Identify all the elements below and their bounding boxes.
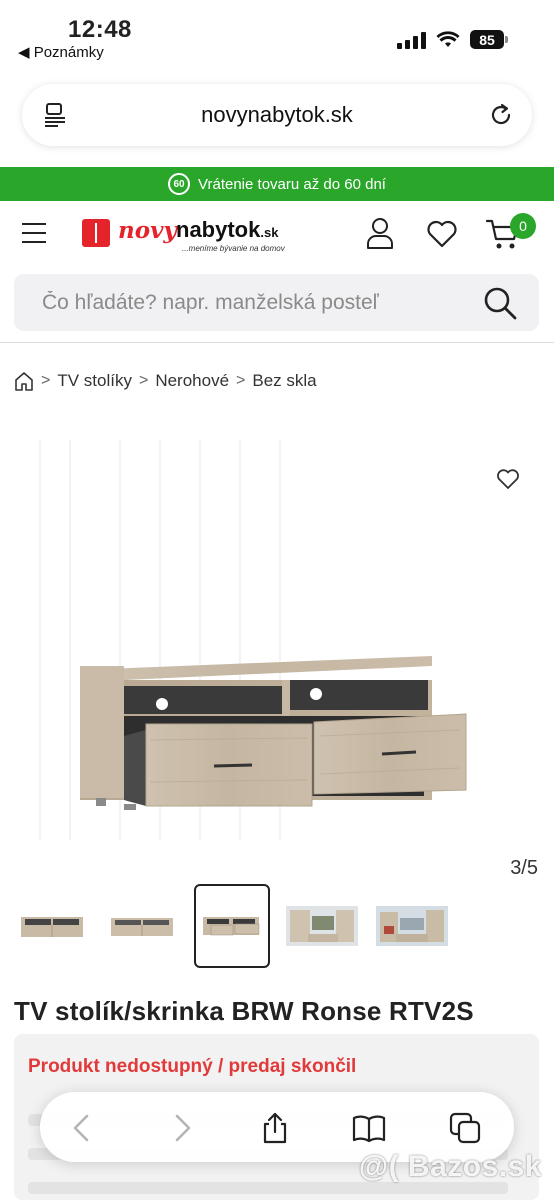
thumbnail-4[interactable] <box>284 884 360 968</box>
logo-novy: novy <box>118 217 177 244</box>
add-to-wishlist-icon[interactable] <box>496 468 520 490</box>
breadcrumb: > TV stolíky > Nerohové > Bez skla <box>14 371 317 391</box>
promo-banner: 60 Vrátenie tovaru až do 60 dní <box>0 167 554 201</box>
battery-icon: 85 <box>470 30 508 49</box>
thumbnail-3[interactable] <box>194 884 270 968</box>
thumbnail-2[interactable] <box>104 884 180 968</box>
status-indicators: 85 <box>397 30 508 49</box>
wifi-icon <box>436 30 460 47</box>
product-main-image[interactable] <box>0 440 554 850</box>
logo-box-icon <box>82 219 110 247</box>
menu-icon[interactable] <box>22 223 46 243</box>
back-icon[interactable] <box>66 1111 100 1145</box>
breadcrumb-separator: > <box>138 372 149 389</box>
image-counter: 3/5 <box>510 857 538 879</box>
breadcrumb-separator: > <box>236 372 246 389</box>
thumbnail-1[interactable] <box>14 884 90 968</box>
cellular-signal-icon <box>397 31 426 49</box>
status-bar: 12:48 ◀ Poznámky 85 <box>0 0 554 70</box>
cart-count-badge: 0 <box>510 213 536 239</box>
user-account-icon[interactable] <box>366 217 394 249</box>
thumbnail-strip <box>14 884 554 970</box>
promo-text: Vrátenie tovaru až do 60 dní <box>198 175 386 193</box>
home-icon[interactable] <box>14 371 34 391</box>
breadcrumb-item-tv-stoliky[interactable]: TV stolíky <box>57 371 132 391</box>
return-60-days-icon: 60 <box>168 173 191 195</box>
breadcrumb-item-nerohove[interactable]: Nerohové <box>155 371 229 391</box>
address-bar[interactable]: novynabytok.sk <box>22 84 532 146</box>
header-divider <box>0 342 554 343</box>
wishlist-icon[interactable] <box>426 219 458 249</box>
logo-nabytok: nabytok.sk <box>176 217 279 242</box>
site-header: novy nabytok.sk ...meníme bývanie na dom… <box>0 203 554 265</box>
back-to-app-link[interactable]: ◀ Poznámky <box>18 43 104 61</box>
bazos-watermark: @( Bazos.sk <box>358 1150 542 1183</box>
logo-tagline: ...meníme bývanie na domov <box>182 244 285 253</box>
breadcrumb-separator: > <box>41 372 51 389</box>
search-input[interactable] <box>14 274 464 331</box>
url-text[interactable]: novynabytok.sk <box>22 102 532 128</box>
product-title: TV stolík/skrinka BRW Ronse RTV2S <box>14 996 474 1026</box>
search-icon[interactable] <box>483 286 517 320</box>
availability-status: Produkt nedostupný / predaj skončil <box>28 1056 357 1077</box>
share-icon[interactable] <box>258 1111 292 1145</box>
bookmarks-icon[interactable] <box>352 1111 386 1145</box>
thumbnail-5[interactable] <box>374 884 450 968</box>
forward-icon[interactable] <box>164 1111 198 1145</box>
status-time: 12:48 <box>68 16 132 43</box>
breadcrumb-item-bez-skla[interactable]: Bez skla <box>252 371 316 391</box>
battery-level: 85 <box>470 30 504 49</box>
tabs-icon[interactable] <box>448 1111 482 1145</box>
reload-icon[interactable] <box>488 102 514 128</box>
search-box <box>14 274 539 331</box>
